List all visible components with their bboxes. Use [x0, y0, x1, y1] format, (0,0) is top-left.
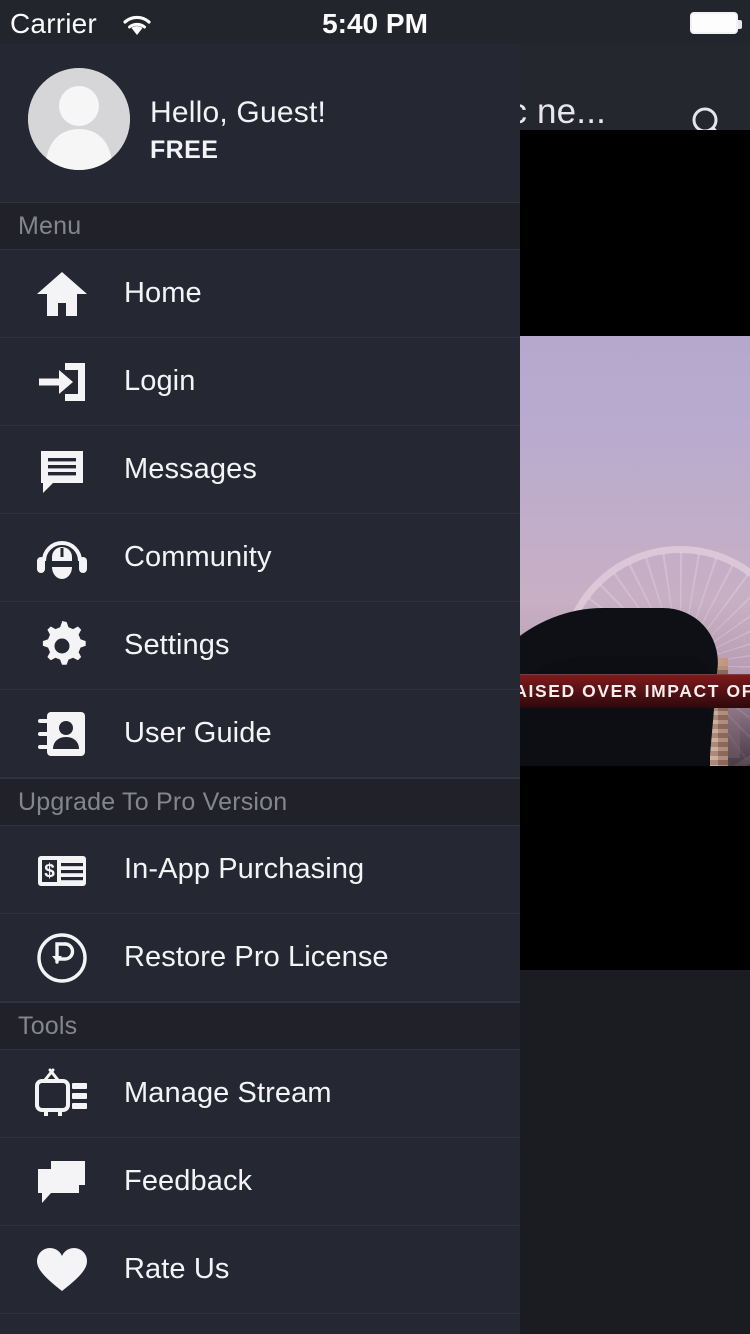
app-screen: bbc ne... RAISED	[0, 0, 750, 1334]
menu-item-label: Home	[124, 277, 202, 310]
section-header-menu: Menu	[0, 202, 520, 250]
community-headphones-icon	[0, 531, 124, 585]
menu-item-settings[interactable]: Settings	[0, 602, 520, 690]
menu-item-feedback[interactable]: Feedback	[0, 1138, 520, 1226]
status-bar-time: 5:40 PM	[0, 8, 520, 40]
feedback-bubbles-icon	[0, 1155, 124, 1209]
svg-text:$: $	[44, 861, 55, 882]
user-avatar-icon	[28, 68, 130, 170]
menu-item-in-app-purchasing[interactable]: $ In-App Purchasing	[0, 826, 520, 914]
gear-icon	[0, 619, 124, 673]
menu-item-label: Login	[124, 365, 195, 398]
tv-list-icon	[0, 1067, 124, 1121]
section-header-tools: Tools	[0, 1002, 520, 1050]
menu-item-label: In-App Purchasing	[124, 853, 364, 886]
navigation-drawer: Carrier 5:40 PM Hello, Guest! FREE	[0, 0, 520, 1334]
menu-item-label: Manage Stream	[124, 1077, 332, 1110]
menu-item-label: User Guide	[124, 717, 272, 750]
menu-item-rate-us[interactable]: Rate Us	[0, 1226, 520, 1314]
section-header-label: Upgrade To Pro Version	[0, 788, 287, 817]
menu-item-label: Settings	[124, 629, 230, 662]
menu-item-home[interactable]: Home	[0, 250, 520, 338]
menu-item-label: Rate Us	[124, 1253, 229, 1286]
menu-item-label: Community	[124, 541, 272, 574]
restore-circle-icon	[0, 931, 124, 985]
payment-card-icon: $	[0, 843, 124, 897]
menu-item-messages[interactable]: Messages	[0, 426, 520, 514]
status-bar: Carrier 5:40 PM	[0, 0, 520, 44]
battery-full-icon	[690, 12, 738, 34]
greeting-text: Hello, Guest!	[150, 96, 326, 130]
menu-item-community[interactable]: Community	[0, 514, 520, 602]
menu-item-manage-stream[interactable]: Manage Stream	[0, 1050, 520, 1138]
menu-item-label: Restore Pro License	[124, 941, 389, 974]
menu-item-login[interactable]: Login	[0, 338, 520, 426]
section-header-upgrade-to-pro-version: Upgrade To Pro Version	[0, 778, 520, 826]
drawer-profile-header[interactable]: Hello, Guest! FREE	[0, 44, 520, 202]
menu-item-label: Feedback	[124, 1165, 252, 1198]
section-header-label: Tools	[0, 1012, 77, 1041]
heart-icon	[0, 1243, 124, 1297]
home-icon	[0, 267, 124, 321]
menu-item-label: Messages	[124, 453, 257, 486]
plan-badge: FREE	[150, 136, 218, 165]
contact-book-icon	[0, 707, 124, 761]
menu-item-restore-pro-license[interactable]: Restore Pro License	[0, 914, 520, 1002]
messages-icon	[0, 443, 124, 497]
login-icon	[0, 355, 124, 409]
section-header-label: Menu	[0, 212, 81, 241]
menu-item-user-guide[interactable]: User Guide	[0, 690, 520, 778]
drawer-menu-list[interactable]: Menu Home Login Messages Community Settings Us…	[0, 202, 520, 1334]
